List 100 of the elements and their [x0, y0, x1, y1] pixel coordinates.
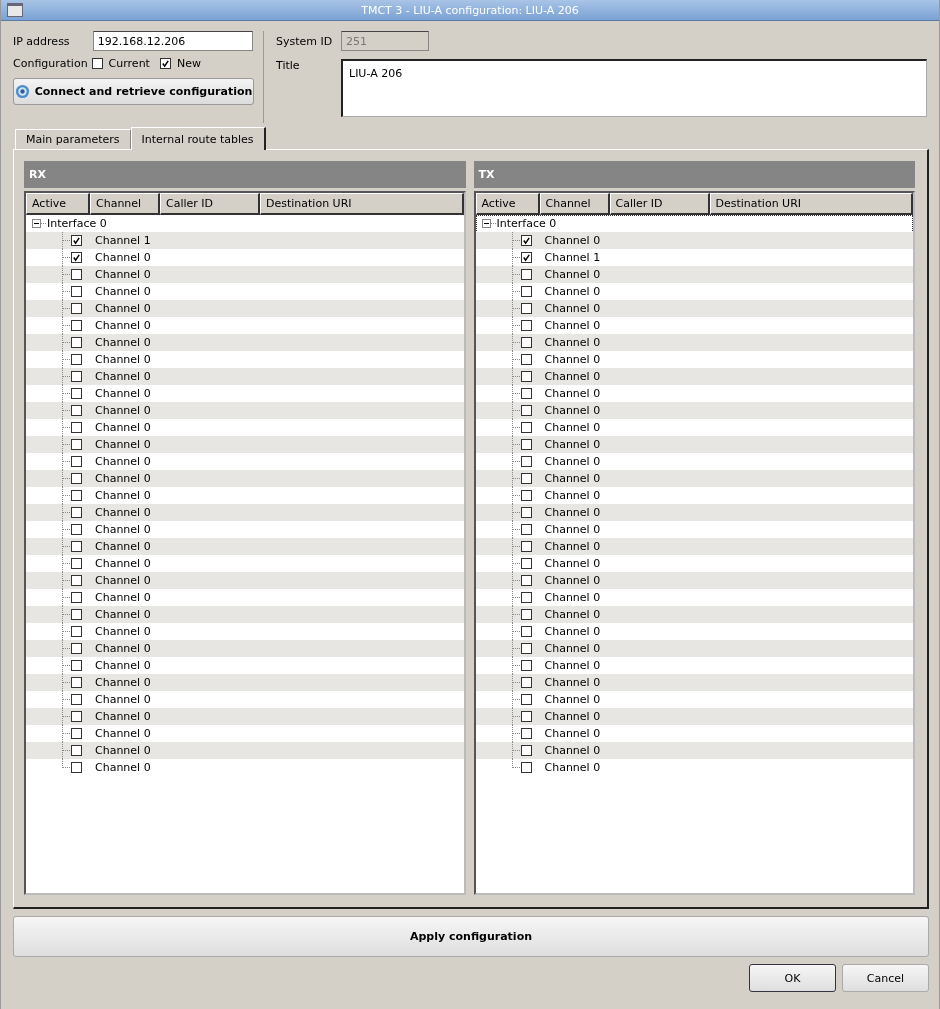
tree-item[interactable]: Channel 0	[95, 506, 151, 519]
checkbox[interactable]	[71, 626, 82, 637]
tree-item[interactable]: Channel 0	[544, 642, 601, 655]
tree-item[interactable]: Channel 0	[544, 421, 601, 434]
checkbox[interactable]	[520, 422, 532, 433]
checkbox[interactable]	[520, 286, 532, 297]
tree-item[interactable]: Channel 0	[95, 438, 151, 451]
checkbox[interactable]	[71, 762, 82, 773]
tree-item[interactable]: Channel 0	[544, 659, 601, 672]
tree-item[interactable]: Channel 0	[544, 268, 601, 281]
tree-item[interactable]: Channel 0	[95, 489, 151, 502]
checkbox[interactable]	[520, 303, 532, 314]
tree-item[interactable]: Channel 0	[95, 727, 151, 740]
checkbox[interactable]	[71, 541, 82, 552]
checkbox[interactable]	[520, 354, 532, 365]
window-menu-icon[interactable]	[7, 3, 23, 17]
checkbox[interactable]	[520, 575, 532, 586]
tree-item[interactable]: Channel 0	[544, 744, 601, 757]
apply-button[interactable]: Apply configuration	[13, 916, 929, 957]
tree-item[interactable]: Channel 0	[544, 523, 601, 536]
checkbox[interactable]	[520, 558, 532, 569]
ip-address-field[interactable]: 192.168.12.206	[92, 31, 253, 51]
tree-item[interactable]: Channel 0	[95, 693, 151, 706]
connect-button[interactable]: Connect and retrieve configuration	[13, 78, 254, 105]
checkbox[interactable]	[520, 490, 532, 501]
checkbox[interactable]	[71, 643, 82, 654]
tree-item[interactable]: Channel 0	[544, 693, 601, 706]
tree-item[interactable]: Channel 0	[95, 472, 151, 485]
checkbox[interactable]	[520, 371, 532, 382]
tree-item[interactable]: Interface 0	[47, 217, 107, 230]
tree-item[interactable]: Channel 0	[544, 370, 601, 383]
tree-item[interactable]: Channel 0	[95, 744, 151, 757]
tree-item[interactable]: Channel 0	[544, 234, 601, 247]
checkbox[interactable]	[71, 660, 82, 671]
tree-item[interactable]: Channel 0	[544, 285, 601, 298]
checkbox[interactable]	[520, 745, 532, 756]
checkbox[interactable]	[520, 439, 532, 450]
checkbox[interactable]	[520, 711, 532, 722]
tree-item[interactable]: Channel 0	[544, 353, 601, 366]
tree-item[interactable]: Channel 0	[544, 404, 601, 417]
tree-item[interactable]: Channel 0	[95, 557, 151, 570]
tree-item[interactable]: Channel 0	[95, 302, 151, 315]
tree-item[interactable]: Interface 0	[496, 217, 557, 230]
tree-item[interactable]: Channel 0	[544, 574, 601, 587]
checkbox[interactable]	[71, 728, 82, 739]
checkbox[interactable]	[520, 660, 532, 671]
column-header[interactable]: Caller ID	[160, 193, 260, 215]
checkbox[interactable]	[71, 711, 82, 722]
checkbox[interactable]	[520, 456, 532, 467]
checkbox[interactable]	[71, 422, 82, 433]
tree-item[interactable]: Channel 0	[95, 285, 151, 298]
checkbox[interactable]	[91, 58, 103, 69]
checkbox[interactable]	[520, 269, 532, 280]
checkbox[interactable]	[71, 337, 82, 348]
tree-item[interactable]: Channel 0	[95, 761, 151, 774]
tree-item[interactable]: Channel 0	[95, 642, 151, 655]
tree-item[interactable]: Channel 0	[544, 319, 601, 332]
checkbox[interactable]	[71, 286, 82, 297]
tree-item[interactable]: Channel 0	[544, 710, 601, 723]
checkbox[interactable]	[520, 541, 532, 552]
tree-item[interactable]: Channel 0	[95, 251, 151, 264]
checkbox[interactable]	[520, 507, 532, 518]
checkbox[interactable]	[520, 235, 532, 246]
tree-item[interactable]: Channel 0	[95, 370, 151, 383]
checkbox[interactable]	[71, 524, 82, 535]
tree-item[interactable]: Channel 0	[95, 387, 151, 400]
column-header[interactable]: Active	[475, 193, 540, 215]
tree-item[interactable]: Channel 0	[544, 676, 601, 689]
checkbox[interactable]	[71, 490, 82, 501]
tab[interactable]: Main parameters	[15, 129, 131, 149]
checkbox[interactable]	[520, 643, 532, 654]
tree-item[interactable]: Channel 0	[95, 421, 151, 434]
checkbox[interactable]	[520, 592, 532, 603]
tree-item[interactable]: Channel 0	[544, 625, 601, 638]
tree-item[interactable]: Channel 0	[544, 455, 601, 468]
checkbox[interactable]	[520, 626, 532, 637]
checkbox[interactable]	[71, 320, 82, 331]
tab[interactable]: Internal route tables	[130, 127, 266, 150]
tree-item[interactable]: Channel 0	[95, 336, 151, 349]
column-header[interactable]: Destination URI	[260, 193, 464, 215]
checkbox[interactable]	[520, 524, 532, 535]
checkbox[interactable]	[71, 558, 82, 569]
tree-item[interactable]: Channel 0	[544, 336, 601, 349]
checkbox[interactable]	[71, 439, 82, 450]
tree-item[interactable]: Channel 0	[95, 591, 151, 604]
checkbox[interactable]	[71, 592, 82, 603]
checkbox[interactable]	[520, 473, 532, 484]
checkbox[interactable]	[71, 269, 82, 280]
column-header[interactable]: Active	[26, 193, 90, 215]
checkbox[interactable]	[71, 745, 82, 756]
checkbox[interactable]	[520, 388, 532, 399]
tree-item[interactable]: Channel 0	[95, 625, 151, 638]
collapse-icon[interactable]	[481, 219, 491, 228]
column-header[interactable]: Channel	[90, 193, 160, 215]
checkbox[interactable]	[520, 405, 532, 416]
tree-item[interactable]: Channel 0	[544, 302, 601, 315]
tree-item[interactable]: Channel 0	[544, 761, 601, 774]
checkbox[interactable]	[71, 303, 82, 314]
column-header[interactable]: Destination URI	[709, 193, 913, 215]
checkbox[interactable]	[520, 320, 532, 331]
